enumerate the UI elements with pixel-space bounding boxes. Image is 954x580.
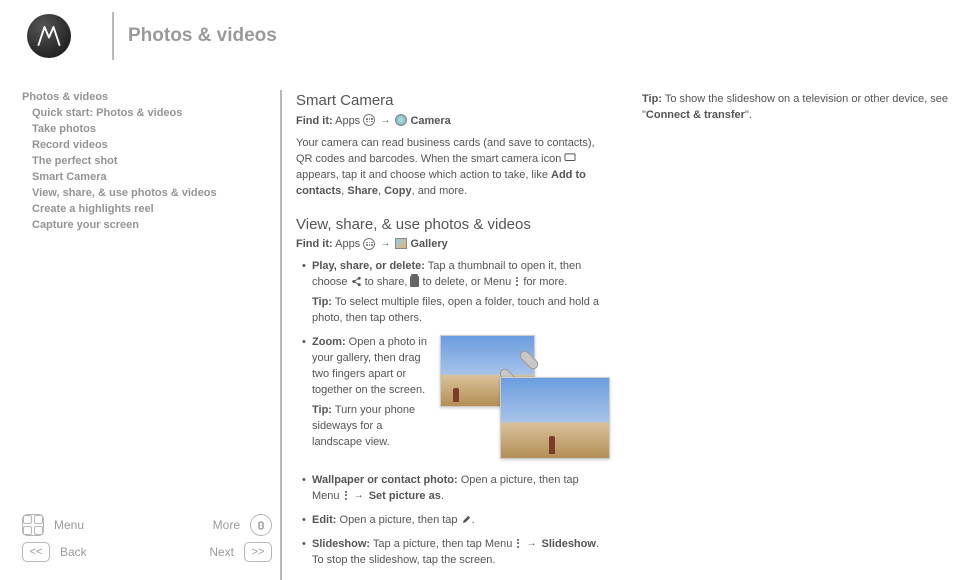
toc-item-record[interactable]: Record videos: [32, 138, 270, 154]
menu-overflow-icon: [517, 539, 519, 548]
toc-item-perfectshot[interactable]: The perfect shot: [32, 154, 270, 170]
bullet-play-share-delete: Play, share, or delete: Tap a thumbnail …: [302, 259, 606, 327]
arrow-icon: →: [380, 237, 390, 252]
motorola-logo: [27, 14, 71, 58]
toc-item-viewshare[interactable]: View, share, & use photos & videos: [32, 186, 270, 202]
view-share-heading: View, share, & use photos & videos: [296, 214, 606, 236]
pencil-icon: [461, 514, 472, 525]
bullet-edit: Edit: Open a picture, then tap .: [302, 513, 606, 529]
bullet-zoom: Zoom: Open a photo in your gallery, then…: [302, 335, 606, 465]
bullet-slideshow: Slideshow: Tap a picture, then tap Menu …: [302, 537, 606, 569]
page-title: Photos & videos: [128, 25, 277, 47]
smart-camera-heading: Smart Camera: [296, 90, 606, 112]
share-icon: [351, 276, 362, 287]
menu-overflow-icon: [516, 277, 518, 286]
toc-item-quickstart[interactable]: Quick start: Photos & videos: [32, 106, 270, 122]
photo-thumb-front: [500, 377, 610, 459]
toc-root[interactable]: Photos & videos: [22, 90, 270, 106]
smart-camera-icon: [564, 153, 576, 163]
trash-icon: [410, 276, 419, 287]
toc-item-smartcamera[interactable]: Smart Camera: [32, 170, 270, 186]
arrow-icon: →: [526, 537, 536, 552]
menu-grid-icon[interactable]: [22, 514, 44, 536]
gallery-icon: [395, 238, 407, 249]
view-share-findit: Find it: Apps → Gallery: [296, 237, 606, 253]
toc-item-highlights[interactable]: Create a highlights reel: [32, 202, 270, 218]
toc-item-takephotos[interactable]: Take photos: [32, 122, 270, 138]
motorola-m-icon: [34, 21, 64, 51]
apps-icon: [363, 238, 375, 250]
slideshow-tv-tip: Tip: To show the slideshow on a televisi…: [642, 92, 952, 124]
apps-icon: [363, 114, 375, 126]
back-icon[interactable]: <<: [22, 542, 50, 562]
arrow-icon: →: [380, 114, 390, 129]
zoom-thumbnails: [440, 335, 606, 465]
next-icon[interactable]: >>: [244, 542, 272, 562]
menu-button[interactable]: Menu: [54, 518, 84, 532]
camera-icon: [395, 114, 407, 126]
more-button[interactable]: More: [213, 518, 240, 532]
toc-item-capture[interactable]: Capture your screen: [32, 218, 270, 234]
more-icon[interactable]: [250, 514, 272, 536]
arrow-icon: →: [354, 489, 364, 504]
menu-overflow-icon: [345, 491, 347, 500]
smart-camera-body: Your camera can read business cards (and…: [296, 136, 606, 200]
next-button[interactable]: Next: [209, 545, 234, 559]
smart-camera-findit: Find it: Apps → Camera: [296, 114, 606, 130]
back-button[interactable]: Back: [60, 545, 87, 559]
bullet-wallpaper: Wallpaper or contact photo: Open a pictu…: [302, 473, 606, 505]
